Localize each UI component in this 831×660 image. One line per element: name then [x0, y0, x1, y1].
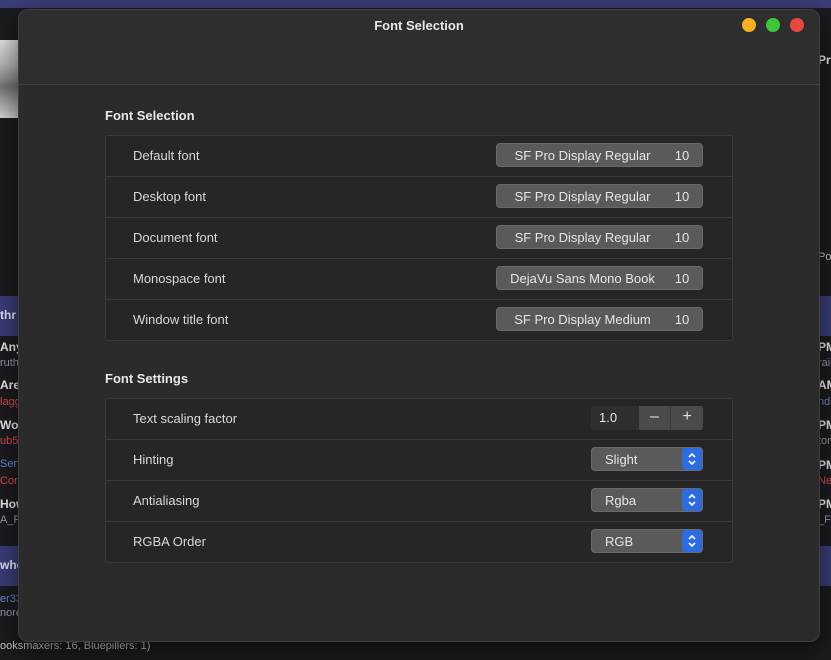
maximize-button[interactable] — [766, 18, 780, 32]
bg-left-text: Are — [0, 378, 18, 392]
font-row-default: Default font SF Pro Display Regular 10 — [106, 136, 732, 177]
dropdown-value: Slight — [605, 452, 638, 467]
close-button[interactable] — [790, 18, 804, 32]
default-font-button[interactable]: SF Pro Display Regular 10 — [496, 143, 703, 167]
bg-left-text: Corin — [0, 475, 18, 487]
bg-left-text: ruthp — [0, 357, 18, 369]
decrease-button[interactable]: – — [638, 406, 672, 430]
bg-left-text: who — [0, 558, 18, 572]
bg-left-text: er33 — [0, 593, 18, 605]
background-top-bar — [0, 0, 831, 8]
window-title-font-button[interactable]: SF Pro Display Medium 10 — [496, 307, 703, 331]
font-selection-window: Font Selection Font Selection Default fo… — [18, 9, 820, 642]
font-row-document: Document font SF Pro Display Regular 10 — [106, 218, 732, 259]
bg-left-text: ub5 — [0, 435, 18, 447]
row-label: Document font — [133, 230, 218, 245]
setting-row-rgba-order: RGBA Order RGB — [106, 522, 732, 562]
row-label: Hinting — [133, 452, 174, 467]
font-size: 10 — [674, 311, 690, 327]
bg-left-text: Sen — [0, 458, 18, 470]
updown-chevron-icon — [682, 489, 702, 511]
font-name: SF Pro Display Regular — [514, 188, 651, 204]
increase-button[interactable]: + — [671, 406, 703, 430]
background-avatar-photo — [0, 40, 18, 118]
font-row-desktop: Desktop font SF Pro Display Regular 10 — [106, 177, 732, 218]
font-name: SF Pro Display Regular — [514, 147, 651, 163]
updown-chevron-icon — [682, 448, 702, 470]
monospace-font-button[interactable]: DejaVu Sans Mono Book 10 — [496, 266, 703, 290]
text-scaling-spinbox: 1.0 – + — [591, 406, 703, 430]
font-row-window-title: Window title font SF Pro Display Medium … — [106, 300, 732, 340]
bg-left-text: How — [0, 497, 18, 511]
minimize-button[interactable] — [742, 18, 756, 32]
font-selection-group: Default font SF Pro Display Regular 10 D… — [105, 135, 733, 341]
scaling-value-input[interactable]: 1.0 — [591, 406, 639, 430]
font-settings-heading: Font Settings — [105, 371, 189, 386]
updown-chevron-icon — [682, 530, 702, 552]
bg-left-text: nore — [0, 607, 18, 619]
document-font-button[interactable]: SF Pro Display Regular 10 — [496, 225, 703, 249]
title-bar[interactable]: Font Selection — [19, 10, 819, 42]
row-label: Monospace font — [133, 271, 226, 286]
font-name: SF Pro Display Regular — [514, 229, 651, 245]
rgba-order-dropdown[interactable]: RGB — [591, 529, 703, 553]
bg-left-text: Wor — [0, 418, 18, 432]
font-name: SF Pro Display Medium — [514, 311, 651, 327]
bg-left-text: thr — [0, 308, 16, 322]
toolbar — [19, 42, 819, 85]
bg-left-text: lagg — [0, 396, 18, 408]
font-row-monospace: Monospace font DejaVu Sans Mono Book 10 — [106, 259, 732, 300]
row-label: Window title font — [133, 312, 229, 327]
font-size: 10 — [674, 270, 690, 286]
row-label: Default font — [133, 148, 200, 163]
dropdown-value: RGB — [605, 534, 634, 549]
font-size: 10 — [674, 188, 690, 204]
antialiasing-dropdown[interactable]: Rgba — [591, 488, 703, 512]
row-label: Text scaling factor — [133, 411, 238, 426]
window-title: Font Selection — [374, 18, 464, 33]
row-label: RGBA Order — [133, 534, 206, 549]
desktop-font-button[interactable]: SF Pro Display Regular 10 — [496, 184, 703, 208]
font-size: 10 — [674, 147, 690, 163]
setting-row-hinting: Hinting Slight — [106, 440, 732, 481]
dropdown-value: Rgba — [605, 493, 637, 508]
row-label: Antialiasing — [133, 493, 200, 508]
setting-row-antialiasing: Antialiasing Rgba — [106, 481, 732, 522]
bg-left-text: Any — [0, 340, 18, 354]
font-size: 10 — [674, 229, 690, 245]
font-selection-heading: Font Selection — [105, 108, 195, 123]
setting-row-scaling: Text scaling factor 1.0 – + — [106, 399, 732, 440]
font-name: DejaVu Sans Mono Book — [510, 270, 655, 286]
row-label: Desktop font — [133, 189, 206, 204]
font-settings-group: Text scaling factor 1.0 – + Hinting Slig… — [105, 398, 733, 563]
hinting-dropdown[interactable]: Slight — [591, 447, 703, 471]
bg-left-text: A_F — [0, 514, 18, 526]
